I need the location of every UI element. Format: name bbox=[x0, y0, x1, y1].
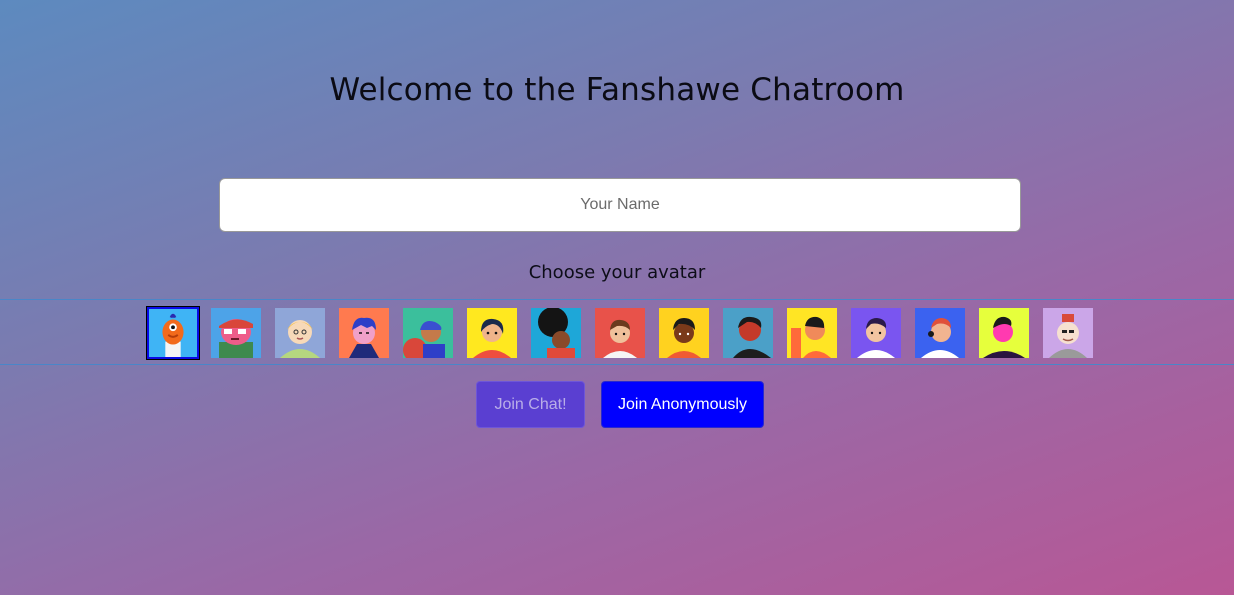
avatar-lime-profile-icon bbox=[979, 308, 1029, 358]
join-chat-button[interactable]: Join Chat! bbox=[476, 381, 585, 428]
name-input[interactable] bbox=[219, 178, 1021, 232]
avatar-purple-icon bbox=[851, 308, 901, 358]
avatar-option-6[interactable] bbox=[467, 308, 517, 358]
avatar-orange-bird-icon bbox=[149, 309, 197, 357]
page-title: Welcome to the Fanshawe Chatroom bbox=[329, 72, 905, 108]
avatar-option-1[interactable] bbox=[146, 306, 200, 360]
avatar-option-13[interactable] bbox=[915, 308, 965, 358]
avatar-grey-suit-icon bbox=[1043, 308, 1093, 358]
join-anonymously-button[interactable]: Join Anonymously bbox=[601, 381, 764, 428]
avatar-option-15[interactable] bbox=[1043, 308, 1093, 358]
avatar-option-10[interactable] bbox=[723, 308, 773, 358]
avatar-dark-hair-icon bbox=[467, 308, 517, 358]
avatar-option-12[interactable] bbox=[851, 308, 901, 358]
avatar-option-8[interactable] bbox=[595, 308, 645, 358]
avatar-pink-cap-icon bbox=[211, 308, 261, 358]
avatar-blue-hair-icon bbox=[339, 308, 389, 358]
avatar-blonde-green-icon bbox=[275, 308, 325, 358]
avatar-brown-hair-icon bbox=[595, 308, 645, 358]
avatar-option-4[interactable] bbox=[339, 308, 389, 358]
avatar-option-9[interactable] bbox=[659, 308, 709, 358]
avatar-dark-figure-icon bbox=[723, 308, 773, 358]
avatar-picker bbox=[0, 299, 1234, 365]
avatar-wave-icon bbox=[787, 308, 837, 358]
avatar-section-label: Choose your avatar bbox=[528, 262, 706, 283]
avatar-option-11[interactable] bbox=[787, 308, 837, 358]
avatar-option-14[interactable] bbox=[979, 308, 1029, 358]
avatar-headset-icon bbox=[915, 308, 965, 358]
avatar-blue-cap-icon bbox=[403, 308, 453, 358]
avatar-curly-icon bbox=[659, 308, 709, 358]
avatar-afro-icon bbox=[531, 308, 581, 358]
avatar-option-5[interactable] bbox=[403, 308, 453, 358]
avatar-option-7[interactable] bbox=[531, 308, 581, 358]
avatar-option-2[interactable] bbox=[211, 308, 261, 358]
avatar-option-3[interactable] bbox=[275, 308, 325, 358]
